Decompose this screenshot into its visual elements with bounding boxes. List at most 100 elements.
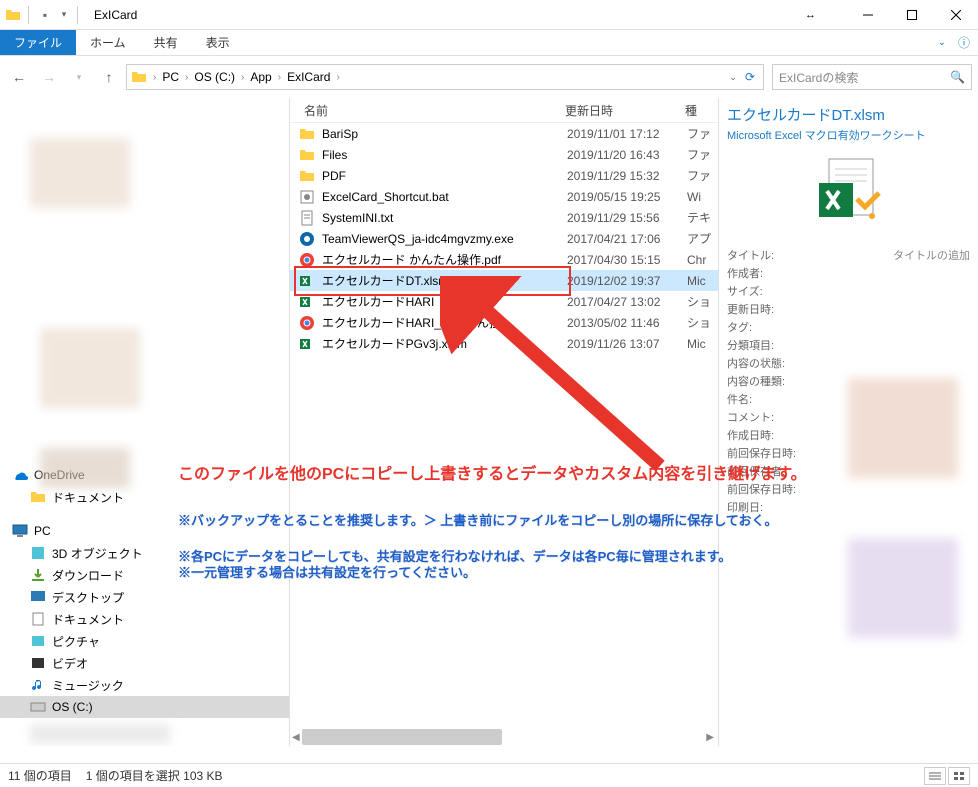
recent-dropdown[interactable]: ▾: [66, 64, 92, 90]
breadcrumb-item[interactable]: OS (C:): [190, 70, 239, 84]
resize-handle-icon[interactable]: ↔: [805, 9, 816, 21]
help-icon[interactable]: ⓘ: [958, 34, 970, 51]
title-bar: ▪ ▾ ExICard ↔: [0, 0, 978, 30]
col-name[interactable]: 名前: [290, 102, 565, 119]
breadcrumb-item[interactable]: ExICard: [283, 70, 334, 84]
details-filename: エクセルカードDT.xlsm: [727, 104, 970, 125]
file-type: テキ: [687, 209, 711, 226]
up-button[interactable]: ↑: [96, 64, 122, 90]
file-tab[interactable]: ファイル: [0, 30, 76, 55]
nav-3d-objects[interactable]: 3D オブジェクト: [0, 542, 289, 564]
addr-dropdown-icon[interactable]: ⌄: [725, 72, 741, 83]
qat-pin-icon[interactable]: ▪: [35, 8, 55, 22]
file-type: ショ: [687, 293, 711, 310]
file-date: 2017/04/30 15:15: [567, 253, 687, 267]
exe-icon: [298, 230, 316, 248]
nav-documents[interactable]: ドキュメント: [0, 486, 289, 508]
details-property: 印刷日:: [727, 498, 970, 516]
forward-button[interactable]: →: [36, 64, 62, 90]
file-name: エクセルカードPGv3j.xlam: [322, 335, 567, 352]
xlsm-icon: [298, 272, 316, 290]
nav-os-c[interactable]: OS (C:): [0, 696, 289, 718]
refresh-icon[interactable]: ⟳: [741, 70, 759, 84]
view-details-button[interactable]: [924, 767, 946, 785]
col-date[interactable]: 更新日時: [565, 102, 685, 119]
back-button[interactable]: ←: [6, 64, 32, 90]
file-row[interactable]: Files 2019/11/20 16:43 ファ: [290, 144, 718, 165]
nav-documents2[interactable]: ドキュメント: [0, 608, 289, 630]
file-type: ファ: [687, 125, 711, 142]
folder-icon: [298, 146, 316, 164]
file-name: SystemINI.txt: [322, 211, 567, 225]
close-button[interactable]: [934, 0, 978, 30]
file-row[interactable]: SystemINI.txt 2019/11/29 15:56 テキ: [290, 207, 718, 228]
status-count: 11 個の項目: [8, 767, 72, 784]
file-date: 2013/05/02 11:46: [567, 316, 687, 330]
nav-pc[interactable]: PC: [0, 520, 289, 542]
qat-dropdown-icon[interactable]: ▾: [57, 9, 71, 20]
column-headers[interactable]: 名前 更新日時 種: [290, 98, 718, 123]
search-box[interactable]: ExICardの検索 🔍: [772, 64, 972, 90]
nav-downloads[interactable]: ダウンロード: [0, 564, 289, 586]
file-row[interactable]: PDF 2019/11/29 15:32 ファ: [290, 165, 718, 186]
window-title: ExICard: [94, 8, 137, 22]
file-date: 2019/11/01 17:12: [567, 127, 687, 141]
details-pane: エクセルカードDT.xlsm Microsoft Excel マクロ有効ワークシ…: [718, 98, 978, 746]
status-selected: 1 個の項目を選択 103 KB: [86, 767, 223, 784]
view-tab[interactable]: 表示: [192, 30, 244, 55]
status-bar: 11 個の項目 1 個の項目を選択 103 KB: [0, 763, 978, 787]
nav-desktop[interactable]: デスクトップ: [0, 586, 289, 608]
add-title-link[interactable]: タイトルの追加: [893, 247, 970, 263]
maximize-button[interactable]: [890, 0, 934, 30]
chrome-icon: [298, 251, 316, 269]
file-type: Mic: [687, 337, 706, 351]
home-tab[interactable]: ホーム: [76, 30, 140, 55]
file-row[interactable]: エクセルカードPGv3j.xlam 2019/11/26 13:07 Mic: [290, 333, 718, 354]
file-type: ファ: [687, 146, 711, 163]
search-icon: 🔍: [950, 70, 965, 84]
file-list: 名前 更新日時 種 BariSp 2019/11/01 17:12 ファ Fil…: [290, 98, 718, 746]
details-property: タグ:: [727, 318, 970, 336]
file-name: エクセルカードHARI: [322, 293, 567, 310]
file-name: エクセルカードHARI_かんたん捏: [322, 314, 567, 331]
xlsm-icon: [298, 293, 316, 311]
file-name: PDF: [322, 169, 567, 183]
file-row[interactable]: エクセルカードHARI_かんたん捏 2013/05/02 11:46 ショ: [290, 312, 718, 333]
file-row[interactable]: ExcelCard_Shortcut.bat 2019/05/15 19:25 …: [290, 186, 718, 207]
address-bar[interactable]: › PC › OS (C:) › App › ExICard › ⌄ ⟳: [126, 64, 764, 90]
file-row[interactable]: TeamViewerQS_ja-idc4mgvzmy.exe 2017/04/2…: [290, 228, 718, 249]
breadcrumb-item[interactable]: App: [246, 70, 275, 84]
file-row[interactable]: エクセルカードDT.xlsm 2019/12/02 19:37 Mic: [290, 270, 718, 291]
details-property: 内容の状態:: [727, 354, 970, 372]
file-date: 2017/04/21 17:06: [567, 232, 687, 246]
ribbon-expand-icon[interactable]: ⌄: [938, 37, 946, 48]
txt-icon: [298, 209, 316, 227]
file-date: 2017/04/27 13:02: [567, 295, 687, 309]
file-name: Files: [322, 148, 567, 162]
file-type: Chr: [687, 253, 706, 267]
nav-videos[interactable]: ビデオ: [0, 652, 289, 674]
breadcrumb-item[interactable]: PC: [158, 70, 183, 84]
file-row[interactable]: BariSp 2019/11/01 17:12 ファ: [290, 123, 718, 144]
view-icons-button[interactable]: [948, 767, 970, 785]
details-property: タイトル:タイトルの追加: [727, 246, 970, 264]
details-icon: [727, 151, 970, 234]
minimize-button[interactable]: [846, 0, 890, 30]
h-scrollbar[interactable]: ◀ ▶: [292, 728, 714, 746]
nav-pictures[interactable]: ピクチャ: [0, 630, 289, 652]
file-row[interactable]: エクセルカードHARI 2017/04/27 13:02 ショ: [290, 291, 718, 312]
app-icon: [4, 6, 22, 24]
share-tab[interactable]: 共有: [140, 30, 192, 55]
file-type: アプ: [687, 230, 711, 247]
nav-music[interactable]: ミュージック: [0, 674, 289, 696]
file-type: ファ: [687, 167, 711, 184]
file-row[interactable]: エクセルカード かんたん操作.pdf 2017/04/30 15:15 Chr: [290, 249, 718, 270]
file-name: エクセルカード かんたん操作.pdf: [322, 251, 567, 268]
search-placeholder: ExICardの検索: [779, 69, 858, 86]
file-name: エクセルカードDT.xlsm: [322, 272, 567, 289]
file-date: 2019/05/15 19:25: [567, 190, 687, 204]
details-property: 前回保存日時:: [727, 480, 970, 498]
col-type[interactable]: 種: [685, 102, 718, 119]
xlam-icon: [298, 335, 316, 353]
ribbon: ファイル ホーム 共有 表示 ⌄ ⓘ: [0, 30, 978, 56]
